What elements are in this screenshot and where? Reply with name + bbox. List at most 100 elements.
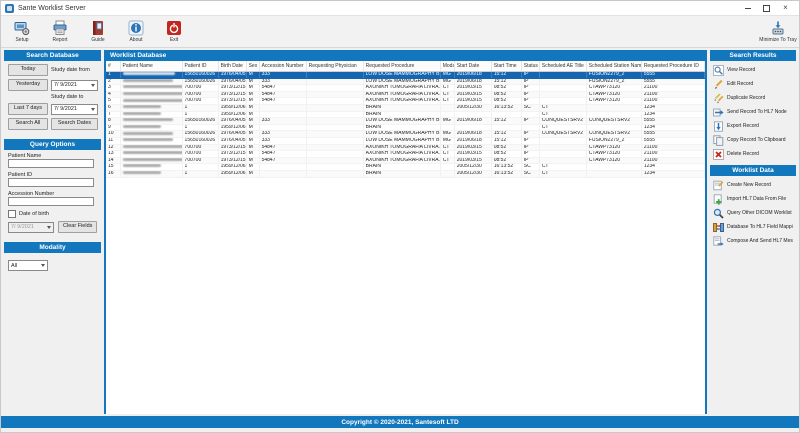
duplicate-record-button[interactable]: Duplicate Record: [712, 91, 794, 105]
cell-sex: M: [246, 131, 259, 138]
cell-sex: M: [246, 104, 259, 111]
send-record-hl7-button-label: Send Record To HL7 Node: [727, 109, 787, 115]
redacted-patient-name: [123, 92, 183, 95]
db-hl7-mapping-button[interactable]: Database To HL7 Field Mapping: [712, 220, 794, 234]
exit-button[interactable]: Exit: [159, 20, 189, 43]
column-header-name[interactable]: Patient Name: [120, 61, 182, 72]
delete-record-button[interactable]: Delete Record: [712, 147, 794, 161]
send-record-hl7-button[interactable]: Send Record To HL7 Node: [712, 105, 794, 119]
table-row[interactable]: 37007001973/12/15M54847AXONIKH TOMOGRAFI…: [106, 85, 705, 92]
cell-rpid: 21100: [641, 85, 704, 92]
cell-sdate: 2005/12/30: [454, 164, 491, 171]
query-dicom-worklist-button[interactable]: Query Other DICOM Worklist: [712, 206, 794, 220]
column-header-ae[interactable]: Scheduled AE Title: [539, 61, 586, 72]
minimize-to-tray-button[interactable]: Minimize To Tray: [763, 20, 793, 43]
export-record-button[interactable]: Export Record: [712, 119, 794, 133]
column-header-acc[interactable]: Accession Number: [259, 61, 306, 72]
modality-select[interactable]: All: [8, 260, 48, 271]
table-row[interactable]: 147007001973/12/15M54847AXONIKH TOMOGRAF…: [106, 157, 705, 164]
table-row[interactable]: 611959/12/06MBRAIN2005/12/3016:13:52SCCT…: [106, 104, 705, 111]
cell-bdate: 1973/12/15: [218, 151, 246, 158]
about-button[interactable]: About: [121, 20, 151, 43]
create-new-record-button[interactable]: Create New Record: [712, 178, 794, 192]
accession-number-input[interactable]: [8, 197, 94, 206]
cell-station: [586, 164, 641, 171]
clear-fields-button[interactable]: Clear Fields: [58, 221, 97, 233]
column-header-stime[interactable]: Start Time: [491, 61, 521, 72]
compose-send-hl7-button[interactable]: Compose And Send HL7 Message: [712, 234, 794, 248]
table-row[interactable]: 57007001973/12/15M54847AXONIKH TOMOGRAFI…: [106, 98, 705, 105]
cell-phys: [306, 104, 363, 111]
date-of-birth-checkbox[interactable]: [8, 210, 16, 218]
last-7-days-button[interactable]: Last 7 days: [8, 103, 48, 115]
setup-button[interactable]: Setup: [7, 20, 37, 43]
patient-name-input[interactable]: [8, 159, 94, 168]
cell-station: [586, 104, 641, 111]
column-header-sdate[interactable]: Start Date: [454, 61, 491, 72]
cell-stime: 15:12: [491, 131, 521, 138]
query-options-body: Patient Name Patient ID Accession Number…: [4, 150, 101, 236]
cell-rpid: 1234: [641, 164, 704, 171]
table-row[interactable]: 8156501600261976/04/05M333LOW DOSE MAMMO…: [106, 118, 705, 125]
column-header-status[interactable]: Status: [521, 61, 539, 72]
column-header-pid[interactable]: Patient ID: [182, 61, 218, 72]
table-row[interactable]: 1511959/12/06MBRAIN2005/12/3016:13:52SCC…: [106, 164, 705, 171]
cell-stime: 08:52: [491, 151, 521, 158]
yesterday-button[interactable]: Yesterday: [8, 79, 48, 91]
cell-station: CTAWP73120: [586, 98, 641, 105]
edit-record-button[interactable]: Edit Record: [712, 77, 794, 91]
patient-id-input[interactable]: [8, 178, 94, 187]
export-record-button-label: Export Record: [727, 123, 759, 129]
column-header-mod[interactable]: Modality: [440, 61, 454, 72]
copy-record-clipboard-button[interactable]: Copy Record To Clipboard: [712, 133, 794, 147]
study-date-from-select[interactable]: 7/ 9/2021: [51, 80, 98, 91]
cell-station: [586, 124, 641, 131]
cell-n: 11: [106, 137, 120, 144]
column-header-bdate[interactable]: Birth Date: [218, 61, 246, 72]
table-row[interactable]: 2156501600261976/04/05M333LOW DOSE MAMMO…: [106, 78, 705, 85]
table-row[interactable]: 11156501600261976/04/05M333LOW DOSE MAMM…: [106, 137, 705, 144]
cell-acc: 54847: [259, 98, 306, 105]
study-date-from-label: Study date from: [51, 67, 98, 73]
search-dates-button[interactable]: Search Dates: [51, 118, 98, 130]
cell-sex: M: [246, 157, 259, 164]
import-hl7-file-button[interactable]: Import HL7 Data From File: [712, 192, 794, 206]
table-row[interactable]: 1156501600261976/04/05M333LOW DOSE MAMMO…: [106, 72, 705, 79]
table-row[interactable]: 47007001973/12/15M54847AXONIKH TOMOGRAFI…: [106, 91, 705, 98]
date-of-birth-select[interactable]: 7/ 9/2021: [8, 222, 54, 233]
column-header-sex[interactable]: Sex: [246, 61, 259, 72]
column-header-station[interactable]: Scheduled Station Name: [586, 61, 641, 72]
column-header-n[interactable]: #: [106, 61, 120, 72]
cell-mod: MG: [440, 118, 454, 125]
right-sidebar: Search Results View RecordEdit RecordDup…: [710, 50, 796, 414]
cell-proc: AXONIKH TOMOGRAFIA LIVRA...: [363, 98, 440, 105]
cell-name: [120, 104, 182, 111]
today-button[interactable]: Today: [8, 64, 48, 76]
worklist-database-header: Worklist Database: [106, 50, 705, 61]
column-header-rpid[interactable]: Requested Procedure ID: [641, 61, 704, 72]
close-button[interactable]: ×: [776, 2, 795, 15]
table-row[interactable]: 711959/12/06MBRAINCT1234: [106, 111, 705, 118]
table-row[interactable]: 1611959/12/06MBRAIN2005/12/3016:13:52SCC…: [106, 170, 705, 177]
minimize-button[interactable]: [738, 2, 757, 15]
maximize-icon: [763, 5, 770, 12]
bottom-strip: [1, 428, 799, 432]
cell-name: [120, 157, 182, 164]
cell-n: 8: [106, 118, 120, 125]
table-row[interactable]: 911959/12/06MBRAINCT1234: [106, 124, 705, 131]
view-record-button[interactable]: View Record: [712, 63, 794, 77]
study-date-to-select[interactable]: 7/ 9/2021: [51, 104, 98, 115]
cell-station: FUSION2279_2: [586, 137, 641, 144]
table-row[interactable]: 10156501600261976/04/05M333LOW DOSE MAMM…: [106, 131, 705, 138]
column-header-phys[interactable]: Requesting Physician: [306, 61, 363, 72]
cell-rpid: 21100: [641, 98, 704, 105]
guide-button[interactable]: Guide: [83, 20, 113, 43]
table-row[interactable]: 137007001973/12/15M54847AXONIKH TOMOGRAF…: [106, 151, 705, 158]
report-button[interactable]: Report: [45, 20, 75, 43]
cell-sex: M: [246, 170, 259, 177]
cell-n: 13: [106, 151, 120, 158]
table-row[interactable]: 127007001973/12/15M54847AXONIKH TOMOGRAF…: [106, 144, 705, 151]
search-all-button[interactable]: Search All: [8, 118, 48, 130]
column-header-proc[interactable]: Requested Procedure: [363, 61, 440, 72]
maximize-button[interactable]: [757, 2, 776, 15]
